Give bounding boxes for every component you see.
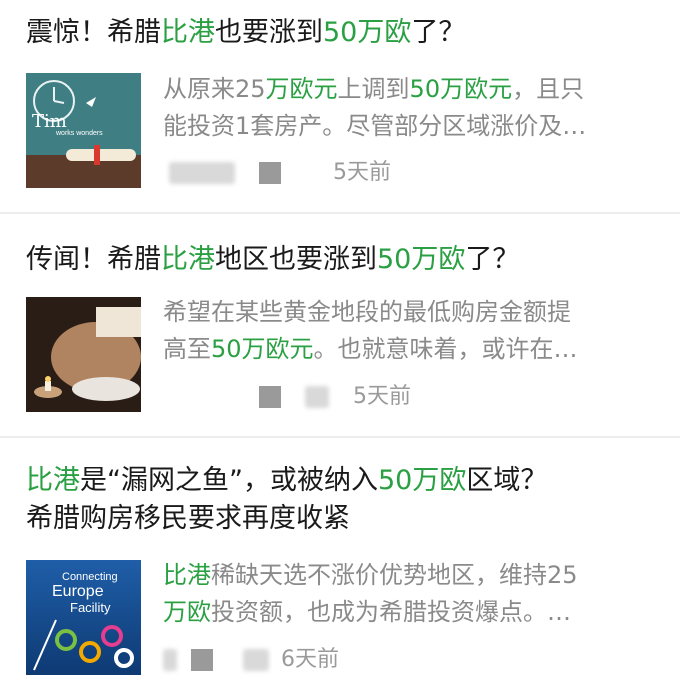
article-meta: 6天前 (163, 645, 643, 675)
text-segment: 是“漏网之鱼”，或被纳入 (80, 465, 378, 496)
summary-line: 比港稀缺天选不涨价优势地区，维持25 (163, 557, 663, 594)
highlighted-keyword: 比港 (161, 244, 215, 275)
text-segment: 了？ (411, 17, 466, 48)
article-card-3[interactable]: 比港是“漏网之鱼”，或被纳入50万欧区域？ 希腊购房移民要求再度收紧 Conne… (0, 438, 680, 693)
article-meta: 5天前 (163, 382, 643, 412)
summary-line: 万欧投资额，也成为希腊投资爆点。… (163, 594, 663, 631)
summary-line: 高至50万欧元。也就意味着，或许在… (163, 331, 663, 368)
text-segment: 高至 (163, 335, 211, 363)
article-title[interactable]: 传闻！希腊比港地区也要涨到50万欧了？ (26, 241, 670, 279)
cef-poster-image: Connecting Europe Facility (26, 560, 141, 675)
highlighted-keyword: 比港 (163, 561, 211, 589)
reading-person-image (26, 297, 141, 412)
summary-line: 能投资1套房产。尽管部分区域涨价及… (163, 108, 663, 145)
thumb-text-tim: Tim (32, 111, 67, 132)
title-line: 希腊购房移民要求再度收紧 (26, 503, 350, 534)
highlighted-keyword: 万欧 (163, 598, 211, 626)
text-segment: 从原来25 (163, 75, 266, 103)
text-segment: 能投资1套房产。尽管部分区域涨价及… (163, 112, 587, 140)
text-segment: 也要涨到 (215, 17, 323, 48)
text-segment: 了？ (465, 244, 520, 275)
text-segment: ，且只 (512, 75, 585, 103)
highlighted-keyword: 50万欧 (323, 17, 412, 48)
account-name-redacted (191, 649, 213, 671)
article-summary[interactable]: 希望在某些黄金地段的最低购房金额提 高至50万欧元。也就意味着，或许在… (163, 294, 663, 368)
article-title[interactable]: 比港是“漏网之鱼”，或被纳入50万欧区域？ 希腊购房移民要求再度收紧 (26, 462, 670, 538)
title-line: 比港是“漏网之鱼”，或被纳入50万欧区域？ (26, 462, 670, 500)
clock-diploma-image: Tim works wonders (26, 73, 141, 188)
text-segment: 上调到 (337, 75, 410, 103)
article-thumbnail[interactable]: Tim works wonders (26, 73, 141, 188)
thumb-text-facility: Facility (70, 600, 111, 615)
account-name-blurred (243, 649, 269, 671)
account-avatar-blurred (169, 162, 235, 184)
highlighted-keyword: 万欧元 (265, 75, 338, 103)
thumb-text-works: works wonders (55, 130, 103, 137)
highlighted-keyword: 比港 (161, 17, 215, 48)
text-segment: 传闻！希腊 (26, 244, 161, 275)
article-card-1[interactable]: 震惊！希腊比港也要涨到50万欧了？ Tim works wonders 从原来2… (0, 0, 680, 212)
text-segment: 稀缺天选不涨价优势地区，维持25 (211, 561, 578, 589)
publish-time: 5天前 (353, 384, 411, 409)
text-segment: 。也就意味着，或许在… (313, 335, 578, 363)
thumb-text-connecting: Connecting (62, 571, 118, 583)
highlighted-keyword: 50万欧元 (409, 75, 513, 103)
article-meta: 5天前 (163, 158, 643, 188)
publish-time: 5天前 (333, 160, 391, 185)
summary-line: 从原来25万欧元上调到50万欧元，且只 (163, 71, 663, 108)
article-thumbnail[interactable] (26, 297, 141, 412)
text-segment: 震惊！希腊 (26, 17, 161, 48)
account-name-blurred (305, 386, 329, 408)
highlighted-keyword: 50万欧 (377, 465, 467, 496)
highlighted-keyword: 50万欧元 (211, 335, 314, 363)
article-summary[interactable]: 从原来25万欧元上调到50万欧元，且只 能投资1套房产。尽管部分区域涨价及… (163, 71, 663, 145)
text-segment: 希望在某些黄金地段的最低购房金额提 (163, 298, 571, 326)
publish-time: 6天前 (281, 647, 339, 672)
article-thumbnail[interactable]: Connecting Europe Facility (26, 560, 141, 675)
highlighted-keyword: 比港 (26, 465, 80, 496)
article-card-2[interactable]: 传闻！希腊比港地区也要涨到50万欧了？ 希望在某些黄金地段的最低购房金额提 高至… (0, 214, 680, 436)
text-segment: 区域？ (466, 465, 548, 496)
article-summary[interactable]: 比港稀缺天选不涨价优势地区，维持25 万欧投资额，也成为希腊投资爆点。… (163, 557, 663, 631)
account-avatar-blurred (163, 649, 177, 671)
account-avatar-redacted (259, 386, 281, 408)
highlighted-keyword: 50万欧 (377, 244, 466, 275)
text-segment: 地区也要涨到 (215, 244, 377, 275)
text-segment: 投资额，也成为希腊投资爆点。… (211, 598, 571, 626)
thumb-text-europe: Europe (52, 583, 104, 600)
summary-line: 希望在某些黄金地段的最低购房金额提 (163, 294, 663, 331)
article-title[interactable]: 震惊！希腊比港也要涨到50万欧了？ (26, 14, 670, 52)
account-name-redacted (259, 162, 281, 184)
